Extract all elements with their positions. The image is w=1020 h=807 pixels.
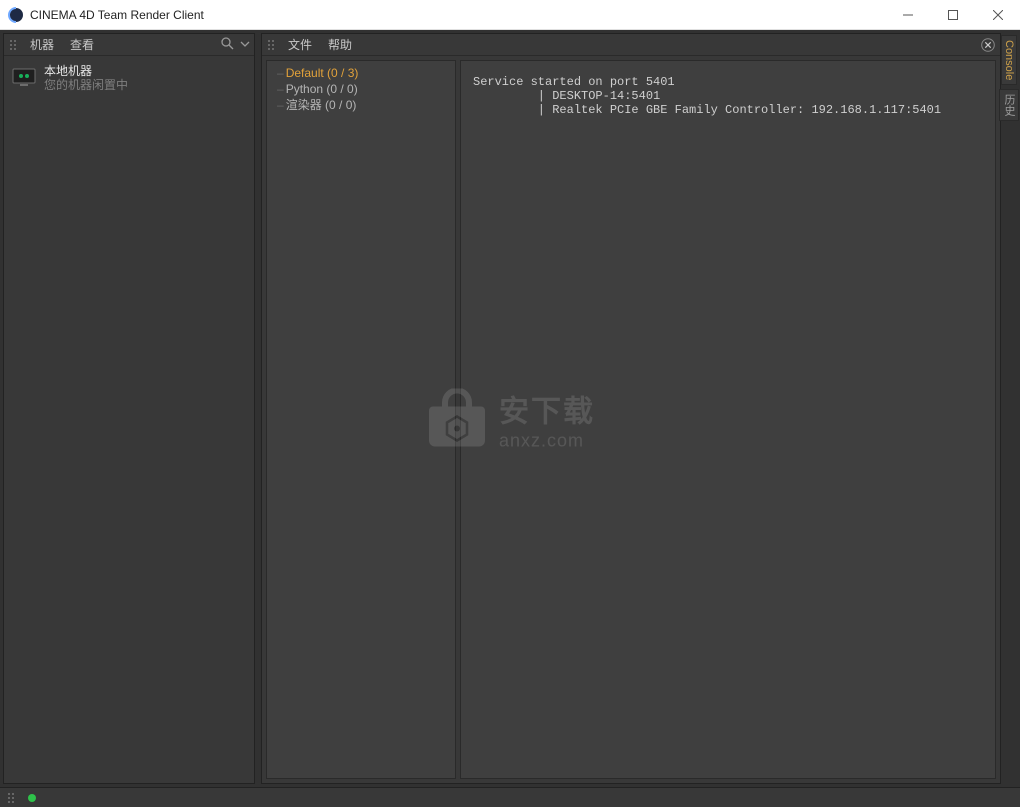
- console-panel: 文件 帮助 –Default (0 / 3) –Python (0 / 0) –…: [261, 33, 1001, 784]
- monitor-icon: [12, 68, 36, 88]
- panel-close-icon[interactable]: [980, 37, 996, 53]
- window-title: CINEMA 4D Team Render Client: [30, 8, 885, 22]
- console-panel-header: 文件 帮助: [262, 34, 1000, 56]
- machine-status: 您的机器闲置中: [44, 78, 128, 92]
- vertical-splitter[interactable]: [256, 30, 260, 787]
- tree-item-python[interactable]: –Python (0 / 0): [277, 81, 455, 97]
- statusbar-grip-icon[interactable]: [6, 792, 16, 804]
- app-area: 机器 查看: [0, 30, 1020, 807]
- status-indicator-icon: [28, 794, 36, 802]
- menu-help[interactable]: 帮助: [328, 36, 352, 53]
- window-minimize-button[interactable]: [885, 0, 930, 29]
- menu-file[interactable]: 文件: [288, 36, 312, 53]
- window-titlebar: CINEMA 4D Team Render Client: [0, 0, 1020, 30]
- console-body: –Default (0 / 3) –Python (0 / 0) –渲染器 (0…: [262, 56, 1000, 783]
- side-tab-console[interactable]: Console: [1001, 35, 1017, 85]
- log-line: Service started on port 5401: [473, 75, 675, 89]
- side-tab-strip: Console 历史: [1001, 33, 1017, 784]
- tree-item-renderer[interactable]: –渲染器 (0 / 0): [277, 97, 455, 113]
- status-bar: [0, 787, 1020, 807]
- panel-grip-icon[interactable]: [266, 39, 276, 51]
- window-controls: [885, 0, 1020, 29]
- main-row: 机器 查看: [0, 30, 1020, 787]
- app-icon: [8, 7, 24, 23]
- machine-row-local[interactable]: 本地机器 您的机器闲置中: [10, 62, 248, 94]
- menu-machines[interactable]: 机器: [30, 36, 54, 53]
- panel-grip-icon[interactable]: [8, 39, 18, 51]
- log-line: | DESKTOP-14:5401: [473, 89, 660, 103]
- channel-tree: –Default (0 / 3) –Python (0 / 0) –渲染器 (0…: [266, 60, 456, 779]
- menu-view[interactable]: 查看: [70, 36, 94, 53]
- machines-list: 本地机器 您的机器闲置中: [4, 56, 254, 783]
- log-line: | Realtek PCIe GBE Family Controller: 19…: [473, 103, 941, 117]
- log-output[interactable]: Service started on port 5401 | DESKTOP-1…: [460, 60, 996, 779]
- console-panel-wrap: 文件 帮助 –Default (0 / 3) –Python (0 / 0) –…: [261, 33, 1017, 784]
- chevron-down-icon[interactable]: [240, 38, 250, 52]
- machines-panel-header: 机器 查看: [4, 34, 254, 56]
- side-tab-history[interactable]: 历史: [999, 89, 1019, 121]
- window-close-button[interactable]: [975, 0, 1020, 29]
- machine-name: 本地机器: [44, 64, 128, 78]
- machines-panel: 机器 查看: [3, 33, 255, 784]
- window-maximize-button[interactable]: [930, 0, 975, 29]
- tree-item-default[interactable]: –Default (0 / 3): [277, 65, 455, 81]
- search-icon[interactable]: [220, 36, 234, 53]
